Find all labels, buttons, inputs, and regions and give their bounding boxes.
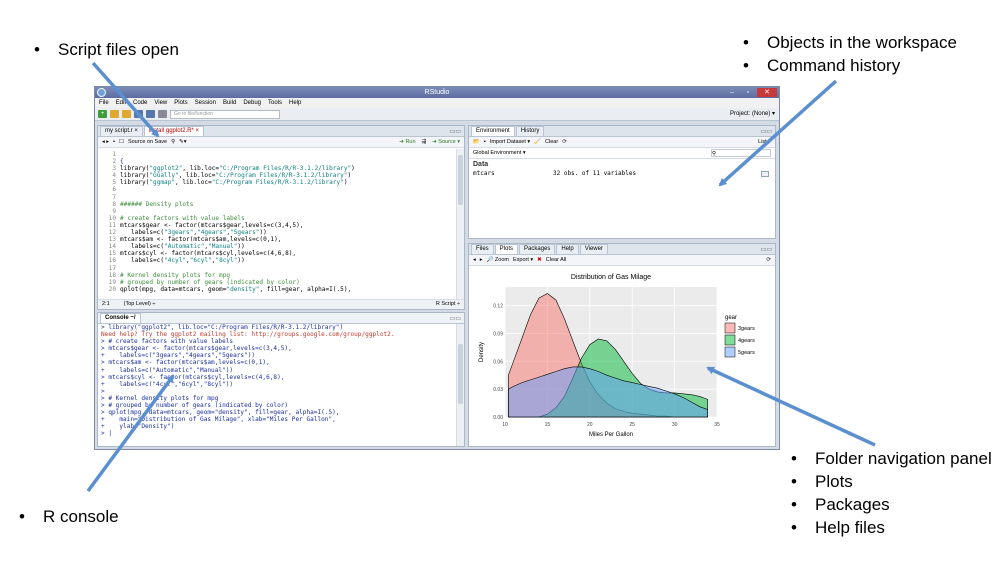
annotation-arrows bbox=[86, 61, 876, 493]
arrow-to-plots bbox=[706, 366, 876, 447]
arrow-to-console bbox=[86, 374, 175, 493]
arrow-to-environment bbox=[718, 79, 838, 187]
arrow-to-script-tabs bbox=[91, 61, 160, 138]
